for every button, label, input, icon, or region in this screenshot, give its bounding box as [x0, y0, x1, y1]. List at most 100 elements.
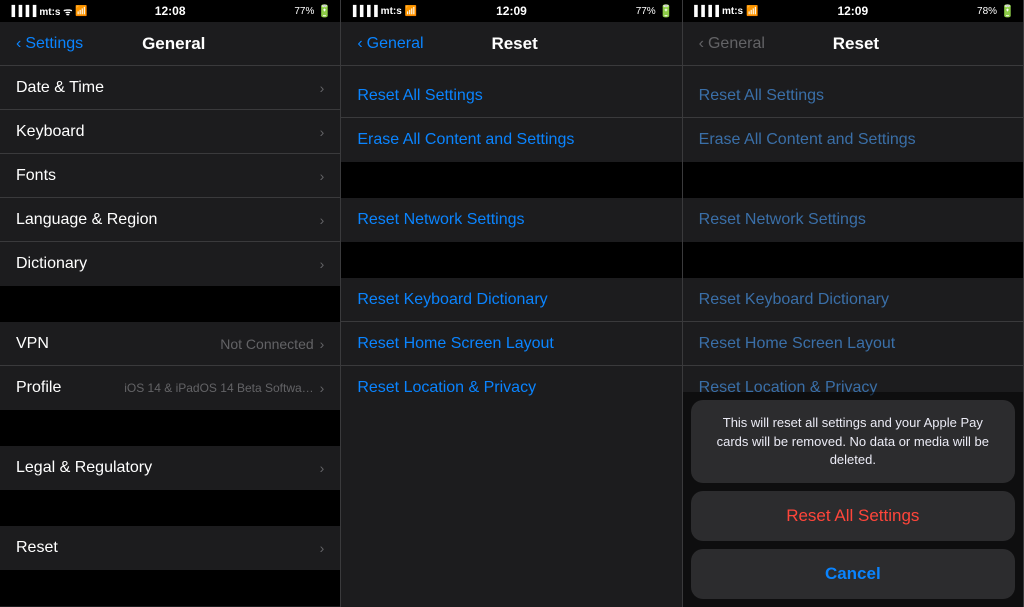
erase-all-label-2: Erase All Content and Settings — [357, 131, 574, 149]
cancel-dialog-button[interactable]: Cancel — [691, 549, 1015, 599]
reset-group3-3: Reset Keyboard Dictionary Reset Home Scr… — [683, 278, 1023, 410]
keyboard-chevron: › — [320, 124, 325, 140]
wifi-icon-3: 📶 — [746, 6, 758, 17]
reset-network-2[interactable]: Reset Network Settings — [341, 198, 681, 242]
reset-homescreen-2[interactable]: Reset Home Screen Layout — [341, 322, 681, 366]
dictionary-chevron: › — [320, 256, 325, 272]
gap-3 — [0, 490, 340, 526]
carrier-2: mt:s — [381, 6, 402, 17]
reset-network-3[interactable]: Reset Network Settings — [683, 198, 1023, 242]
nav-bar-1: ‹ Settings General — [0, 22, 340, 66]
back-chevron-1: ‹ — [16, 35, 21, 53]
signal-bars-1: ▐▐▐▐ — [8, 6, 36, 17]
reset-network-label-2: Reset Network Settings — [357, 211, 524, 229]
battery-icon-1: 🔋 — [317, 4, 332, 18]
panel-reset: ▐▐▐▐ mt:s 📶 12:09 77% 🔋 ‹ General Reset … — [341, 0, 682, 607]
back-button-2[interactable]: ‹ General — [357, 35, 423, 53]
dialog-message: This will reset all settings and your Ap… — [691, 400, 1015, 483]
fonts-item[interactable]: Fonts › — [0, 154, 340, 198]
wifi-icon-2: 📶 — [405, 6, 417, 17]
vpn-item[interactable]: VPN Not Connected › — [0, 322, 340, 366]
group-reset: Reset › — [0, 526, 340, 570]
nav-title-3: Reset — [765, 34, 947, 54]
reset-homescreen-label-2: Reset Home Screen Layout — [357, 335, 554, 353]
panel-general: ▐▐▐▐ mt:s ᯤ 📶 12:08 77% 🔋 ‹ Settings Gen… — [0, 0, 341, 607]
signal-bars-3: ▐▐▐▐ — [691, 6, 719, 17]
reset-all-label-2: Reset All Settings — [357, 87, 482, 105]
battery-icon-2: 🔋 — [659, 4, 674, 18]
reset-all-dialog-button[interactable]: Reset All Settings — [691, 491, 1015, 541]
date-time-item[interactable]: Date & Time › — [0, 66, 340, 110]
reset-group1: Reset All Settings Erase All Content and… — [341, 74, 681, 162]
group-legal: Legal & Regulatory › — [0, 446, 340, 490]
carrier-1: mt:s ᯤ — [39, 4, 72, 18]
nav-title-1: General — [83, 34, 264, 54]
reset-group1-3: Reset All Settings Erase All Content and… — [683, 74, 1023, 162]
reset-location-label-2: Reset Location & Privacy — [357, 379, 536, 397]
language-chevron: › — [320, 212, 325, 228]
status-bar-1: ▐▐▐▐ mt:s ᯤ 📶 12:08 77% 🔋 — [0, 0, 340, 22]
battery-pct-3: 78% — [977, 6, 997, 17]
time-1: 12:08 — [155, 4, 186, 18]
legal-chevron: › — [320, 460, 325, 476]
status-right-1: 77% 🔋 — [294, 4, 332, 18]
status-bar-2: ▐▐▐▐ mt:s 📶 12:09 77% 🔋 — [341, 0, 681, 22]
erase-all-2[interactable]: Erase All Content and Settings — [341, 118, 681, 162]
reset-nav-label: Reset — [16, 539, 320, 557]
erase-all-label-3: Erase All Content and Settings — [699, 131, 916, 149]
wifi-icon-1: 📶 — [75, 6, 87, 17]
status-right-2: 77% 🔋 — [636, 4, 674, 18]
carrier-3: mt:s — [722, 6, 743, 17]
back-label-2: General — [367, 35, 424, 53]
vpn-chevron: › — [320, 336, 325, 352]
keyboard-label: Keyboard — [16, 123, 320, 141]
reset-group2: Reset Network Settings — [341, 198, 681, 242]
signal-bars-2: ▐▐▐▐ — [349, 6, 377, 17]
dialog-overlay: This will reset all settings and your Ap… — [683, 392, 1023, 607]
gap-r1-3 — [683, 162, 1023, 198]
reset-keyboard-3[interactable]: Reset Keyboard Dictionary — [683, 278, 1023, 322]
legal-label: Legal & Regulatory — [16, 459, 320, 477]
reset-homescreen-3[interactable]: Reset Home Screen Layout — [683, 322, 1023, 366]
date-time-label: Date & Time — [16, 79, 320, 97]
dictionary-item[interactable]: Dictionary › — [0, 242, 340, 286]
profile-label: Profile — [16, 379, 124, 397]
back-button-1[interactable]: ‹ Settings — [16, 35, 83, 53]
keyboard-item[interactable]: Keyboard › — [0, 110, 340, 154]
reset-group3: Reset Keyboard Dictionary Reset Home Scr… — [341, 278, 681, 410]
reset-all-settings-3[interactable]: Reset All Settings — [683, 74, 1023, 118]
reset-all-settings-2[interactable]: Reset All Settings — [341, 74, 681, 118]
legal-item[interactable]: Legal & Regulatory › — [0, 446, 340, 490]
profile-chevron: › — [320, 380, 325, 396]
reset-keyboard-2[interactable]: Reset Keyboard Dictionary — [341, 278, 681, 322]
battery-icon-3: 🔋 — [1000, 4, 1015, 18]
time-2: 12:09 — [496, 4, 527, 18]
gap-r2-3 — [683, 242, 1023, 278]
erase-all-3[interactable]: Erase All Content and Settings — [683, 118, 1023, 162]
fonts-chevron: › — [320, 168, 325, 184]
back-label-1: Settings — [25, 35, 83, 53]
nav-bar-3: ‹ General Reset — [683, 22, 1023, 66]
status-left-2: ▐▐▐▐ mt:s 📶 — [349, 6, 417, 17]
back-button-3[interactable]: ‹ General — [699, 35, 765, 53]
vpn-value: Not Connected — [220, 336, 313, 352]
language-item[interactable]: Language & Region › — [0, 198, 340, 242]
status-left-3: ▐▐▐▐ mt:s 📶 — [691, 6, 759, 17]
status-right-3: 78% 🔋 — [977, 4, 1015, 18]
group-vpn: VPN Not Connected › Profile iOS 14 & iPa… — [0, 322, 340, 410]
gap-2 — [0, 410, 340, 446]
battery-pct-2: 77% — [636, 6, 656, 17]
reset-group2-3: Reset Network Settings — [683, 198, 1023, 242]
language-label: Language & Region — [16, 211, 320, 229]
group-datetime: Date & Time › Keyboard › Fonts › Languag… — [0, 66, 340, 286]
vpn-label: VPN — [16, 335, 220, 353]
panel-reset-dialog: ▐▐▐▐ mt:s 📶 12:09 78% 🔋 ‹ General Reset … — [683, 0, 1024, 607]
reset-location-2[interactable]: Reset Location & Privacy — [341, 366, 681, 410]
reset-keyboard-label-3: Reset Keyboard Dictionary — [699, 291, 889, 309]
profile-item[interactable]: Profile iOS 14 & iPadOS 14 Beta Softwa… … — [0, 366, 340, 410]
reset-nav-item[interactable]: Reset › — [0, 526, 340, 570]
status-bar-3: ▐▐▐▐ mt:s 📶 12:09 78% 🔋 — [683, 0, 1023, 22]
status-left-1: ▐▐▐▐ mt:s ᯤ 📶 — [8, 4, 88, 18]
back-chevron-2: ‹ — [357, 35, 362, 53]
reset-homescreen-label-3: Reset Home Screen Layout — [699, 335, 896, 353]
